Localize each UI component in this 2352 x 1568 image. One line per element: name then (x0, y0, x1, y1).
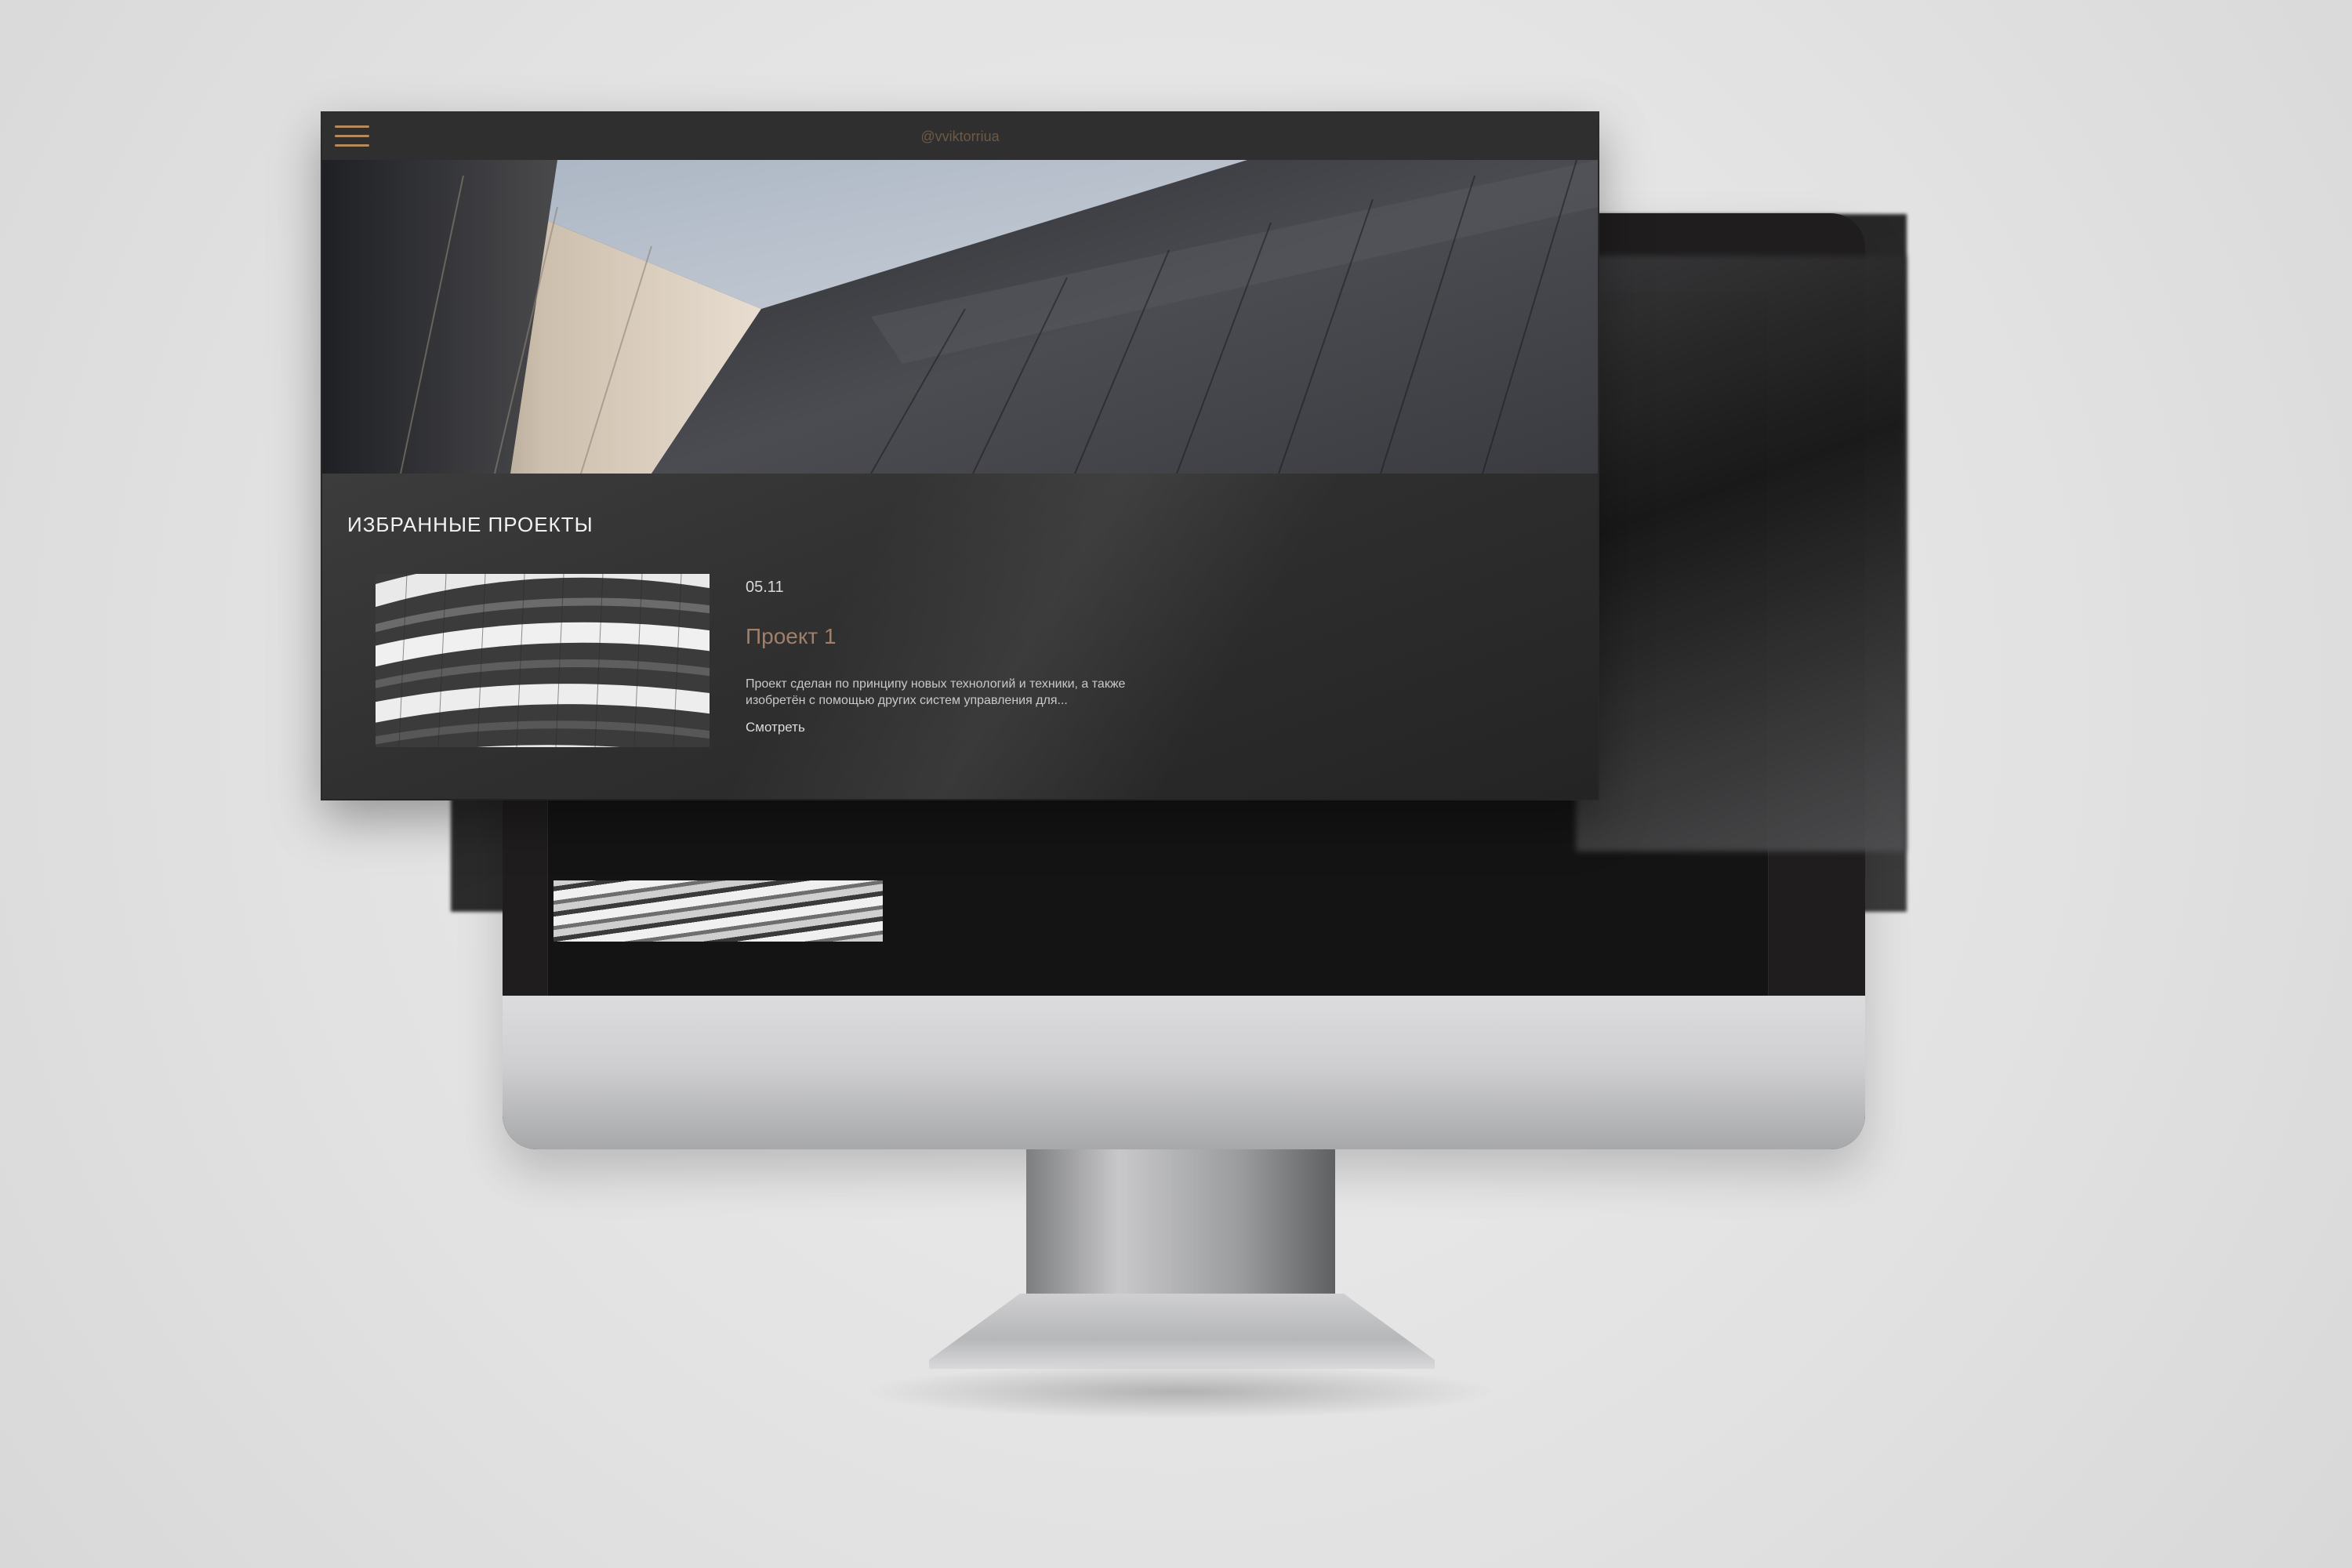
featured-projects-section: ИЗБРАННЫЕ ПРОЕКТЫ 05.11 Проект 1 Проект … (322, 474, 1598, 799)
website-window: @vviktorriua ИЗБРАННЫЕ ПРОЕКТЫ 05.11 Про… (322, 113, 1598, 799)
floor-shadow (862, 1364, 1497, 1419)
hero-architecture-image (322, 160, 1598, 474)
screen-project-thumbnail (554, 880, 883, 942)
monitor-chin (503, 996, 1865, 1149)
site-header: @vviktorriua (322, 113, 1598, 161)
project-date: 05.11 (746, 579, 784, 596)
section-title: ИЗБРАННЫЕ ПРОЕКТЫ (347, 513, 593, 536)
site-handle[interactable]: @vviktorriua (322, 113, 1598, 160)
project-description: Проект сделан по принципу новых технолог… (746, 677, 1126, 707)
project-thumbnail[interactable] (376, 574, 710, 747)
monitor-stand-base (929, 1294, 1435, 1369)
view-project-link[interactable]: Смотреть (746, 720, 805, 735)
screen-reflection (1576, 256, 1905, 851)
project-title-link[interactable]: Проект 1 (746, 624, 837, 649)
